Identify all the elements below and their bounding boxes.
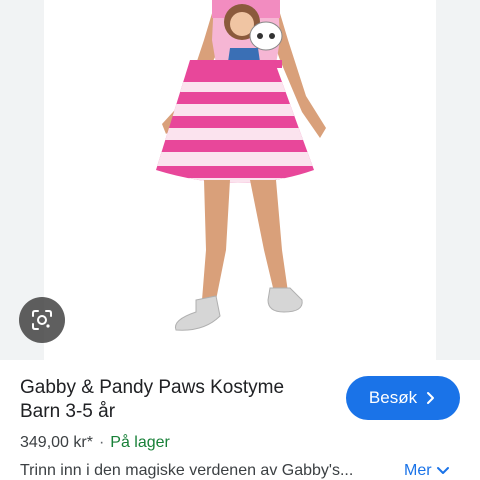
costume-illustration (156, 0, 326, 331)
product-title[interactable]: Gabby & Pandy Paws Kostyme Barn 3-5 år (20, 376, 330, 424)
product-image[interactable] (44, 0, 436, 360)
product-info-panel: Gabby & Pandy Paws Kostyme Barn 3-5 år B… (0, 360, 480, 480)
more-button-label: Mer (404, 462, 432, 479)
visit-button[interactable]: Besøk (346, 376, 460, 420)
visit-button-label: Besøk (368, 388, 418, 407)
more-button[interactable]: Mer (404, 462, 450, 480)
chevron-down-icon (436, 467, 449, 474)
product-image-area[interactable] (0, 0, 480, 360)
image-margin-right (436, 0, 480, 360)
google-lens-button[interactable] (19, 297, 65, 343)
price: 349,00 kr* (20, 434, 93, 451)
price-row: 349,00 kr* · På lager (20, 434, 170, 452)
product-title-line-1: Gabby & Pandy Paws Kostyme (20, 377, 285, 398)
stock-status: På lager (110, 434, 170, 451)
product-title-line-2: Barn 3-5 år (20, 401, 116, 422)
product-description: Trinn inn i den magiske verdenen av Gabb… (20, 462, 354, 479)
separator-dot: · (98, 434, 105, 451)
google-lens-icon (32, 310, 52, 330)
chevron-right-icon (427, 392, 435, 404)
